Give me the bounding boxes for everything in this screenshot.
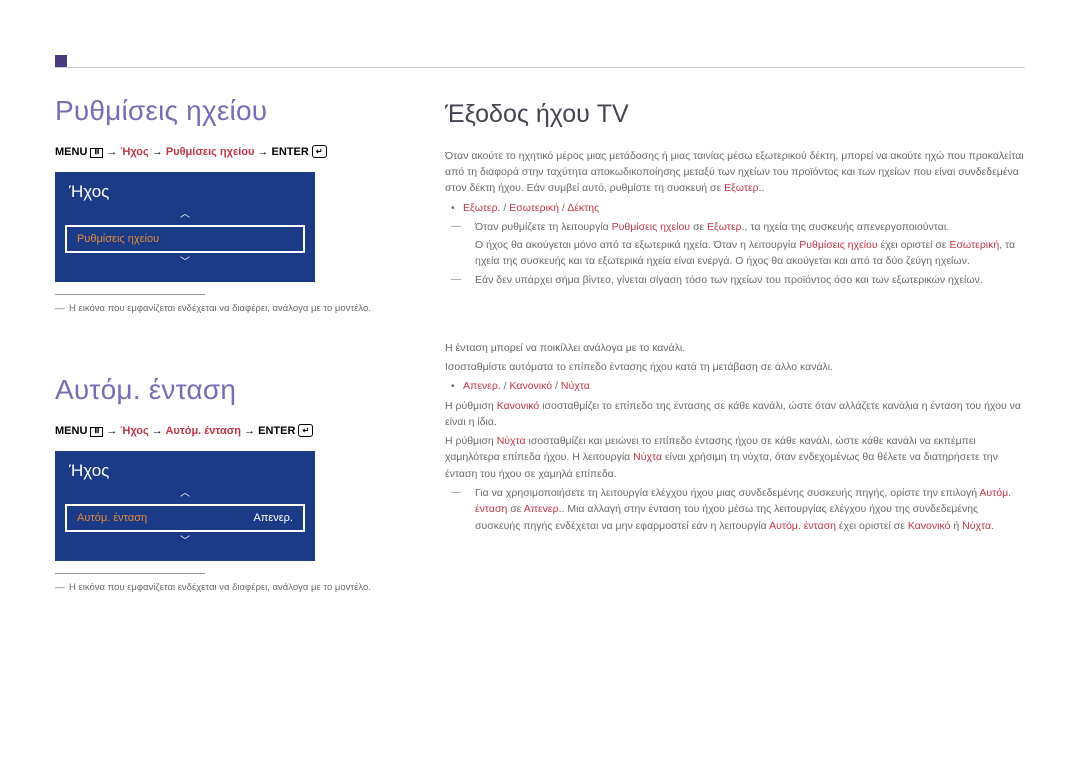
corner-mark bbox=[55, 55, 67, 67]
osd-menu-title: Ήχος bbox=[55, 182, 315, 208]
menu-button-icon: Ⅲ bbox=[90, 148, 103, 158]
footnote-auto-volume: Η εικόνα που εμφανίζεται ενδέχεται να δι… bbox=[55, 582, 395, 593]
osd-item-value: Απενερ. bbox=[253, 512, 293, 524]
osd-item-label: Ρυθμίσεις ηχείου bbox=[77, 233, 159, 245]
text-highlight: Κανονικό bbox=[908, 520, 951, 532]
separator: / bbox=[500, 202, 509, 214]
note-item: Όταν ρυθμίζετε τη λειτουργία Ρυθμίσεις η… bbox=[445, 219, 1025, 235]
osd-menu-title: Ήχος bbox=[55, 461, 315, 487]
header-rule bbox=[55, 67, 1025, 68]
separator: / bbox=[559, 202, 567, 214]
enter-button-icon: ↵ bbox=[298, 424, 313, 437]
bc-enter-label: ENTER bbox=[258, 425, 298, 437]
separator bbox=[55, 573, 205, 574]
bc-menu-label: MENU bbox=[55, 425, 90, 437]
enter-button-icon: ↵ bbox=[312, 145, 327, 158]
text: , τα ηχεία της συσκευής απενεργοποιούντα… bbox=[745, 221, 950, 233]
note-subtext: Ο ήχος θα ακούγεται μόνο από τα εξωτερικ… bbox=[445, 237, 1025, 270]
note-item: Για να χρησιμοποιήσετε τη λειτουργία ελέ… bbox=[445, 485, 1025, 534]
text: Η ρύθμιση bbox=[445, 435, 497, 447]
menu-button-icon: Ⅲ bbox=[90, 427, 103, 437]
paragraph: Ισοσταθμίστε αυτόματα το επίπεδο έντασης… bbox=[445, 359, 1025, 375]
chevron-down-icon: ﹀ bbox=[55, 256, 315, 270]
left-column: Ρυθμίσεις ηχείου MENU Ⅲ → Ήχος → Ρυθμίσε… bbox=[55, 95, 395, 593]
text: Εάν δεν υπάρχει σήμα βίντεο, γίνεται σίγ… bbox=[475, 274, 983, 286]
text-highlight: Ρυθμίσεις ηχείου bbox=[799, 239, 877, 251]
bc-speaker: Ρυθμίσεις ηχείου bbox=[166, 146, 255, 158]
text-highlight: Νύχτα bbox=[633, 451, 662, 463]
option-internal: Εσωτερική bbox=[509, 202, 559, 214]
osd-menu-speaker: Ήχος ︿ Ρυθμίσεις ηχείου ﹀ bbox=[55, 172, 315, 282]
breadcrumb-auto-volume: MENU Ⅲ → Ήχος → Αυτόμ. ένταση → ENTER ↵ bbox=[55, 424, 395, 437]
subsection-title-tv-out: Έξοδος ήχου TV bbox=[445, 95, 1025, 134]
text: σε bbox=[507, 503, 523, 515]
section-auto-volume: Αυτόμ. ένταση MENU Ⅲ → Ήχος → Αυτόμ. έντ… bbox=[55, 374, 395, 593]
text: . bbox=[762, 182, 765, 194]
option-night: Νύχτα bbox=[561, 380, 590, 392]
text: Η ρύθμιση bbox=[445, 400, 497, 412]
option-off: Απενερ. bbox=[463, 380, 501, 392]
chevron-up-icon: ︿ bbox=[55, 487, 315, 501]
subsection-auto-volume: Η ένταση μπορεί να ποικίλλει ανάλογα με … bbox=[445, 340, 1025, 534]
footnote-speaker: Η εικόνα που εμφανίζεται ενδέχεται να δι… bbox=[55, 303, 395, 314]
text: έχει οριστεί σε bbox=[878, 239, 950, 251]
osd-menu-item-speaker[interactable]: Ρυθμίσεις ηχείου bbox=[65, 225, 305, 253]
text-highlight: Κανονικό bbox=[497, 400, 540, 412]
text: . bbox=[991, 520, 994, 532]
bc-sound: Ήχος bbox=[120, 146, 148, 158]
paragraph: Η ρύθμιση Νύχτα ισοσταθμίζει και μειώνει… bbox=[445, 433, 1025, 482]
section-title-auto-volume: Αυτόμ. ένταση bbox=[55, 374, 395, 406]
bc-arrow: → bbox=[149, 146, 166, 158]
bc-arrow: → bbox=[103, 146, 120, 158]
paragraph: Η ένταση μπορεί να ποικίλλει ανάλογα με … bbox=[445, 340, 1025, 356]
text: έχει οριστεί σε bbox=[836, 520, 908, 532]
osd-menu-item-auto-volume[interactable]: Αυτόμ. ένταση Απενερ. bbox=[65, 504, 305, 532]
bc-arrow: → bbox=[103, 425, 120, 437]
text: ή bbox=[950, 520, 962, 532]
separator bbox=[55, 294, 205, 295]
bc-arrow: → bbox=[149, 425, 166, 437]
text-highlight: Ρυθμίσεις ηχείου bbox=[612, 221, 690, 233]
option-list: Εξωτερ. / Εσωτερική / Δέκτης bbox=[445, 200, 1025, 216]
paragraph: Όταν ακούτε το ηχητικό μέρος μιας μετάδο… bbox=[445, 148, 1025, 197]
option-external: Εξωτερ. bbox=[463, 202, 500, 214]
text: σε bbox=[690, 221, 707, 233]
bc-sound: Ήχος bbox=[120, 425, 148, 437]
breadcrumb-speaker: MENU Ⅲ → Ήχος → Ρυθμίσεις ηχείου → ENTER… bbox=[55, 145, 395, 158]
bc-arrow: → bbox=[241, 425, 258, 437]
chevron-down-icon: ﹀ bbox=[55, 535, 315, 549]
text-highlight: Εσωτερική bbox=[949, 239, 999, 251]
text-highlight: Απενερ. bbox=[524, 503, 562, 515]
text: Για να χρησιμοποιήσετε τη λειτουργία ελέ… bbox=[475, 487, 979, 499]
section-title-speaker: Ρυθμίσεις ηχείου bbox=[55, 95, 395, 127]
option-receiver: Δέκτης bbox=[567, 202, 599, 214]
bc-menu-label: MENU bbox=[55, 146, 90, 158]
separator: / bbox=[501, 380, 510, 392]
chevron-up-icon: ︿ bbox=[55, 208, 315, 222]
bc-arrow: → bbox=[254, 146, 271, 158]
text: Ο ήχος θα ακούγεται μόνο από τα εξωτερικ… bbox=[475, 239, 799, 251]
text-highlight: Εξωτερ. bbox=[724, 182, 761, 194]
bc-auto: Αυτόμ. ένταση bbox=[165, 425, 241, 437]
option-list: Απενερ. / Κανονικό / Νύχτα bbox=[445, 378, 1025, 394]
osd-menu-auto-volume: Ήχος ︿ Αυτόμ. ένταση Απενερ. ﹀ bbox=[55, 451, 315, 561]
separator: / bbox=[552, 380, 561, 392]
text-highlight: Αυτόμ. ένταση bbox=[769, 520, 836, 532]
page-content: Ρυθμίσεις ηχείου MENU Ⅲ → Ήχος → Ρυθμίσε… bbox=[55, 95, 1025, 593]
right-column: Έξοδος ήχου TV Όταν ακούτε το ηχητικό μέ… bbox=[445, 95, 1025, 593]
text-highlight: Εξωτερ. bbox=[707, 221, 744, 233]
bc-enter-label: ENTER bbox=[272, 146, 312, 158]
option-normal: Κανονικό bbox=[510, 380, 553, 392]
text: Όταν ρυθμίζετε τη λειτουργία bbox=[475, 221, 612, 233]
osd-item-label: Αυτόμ. ένταση bbox=[77, 512, 147, 524]
note-item: Εάν δεν υπάρχει σήμα βίντεο, γίνεται σίγ… bbox=[445, 272, 1025, 288]
paragraph: Η ρύθμιση Κανονικό ισοσταθμίζει το επίπε… bbox=[445, 398, 1025, 431]
text-highlight: Νύχτα bbox=[497, 435, 526, 447]
text-highlight: Νύχτα bbox=[962, 520, 991, 532]
